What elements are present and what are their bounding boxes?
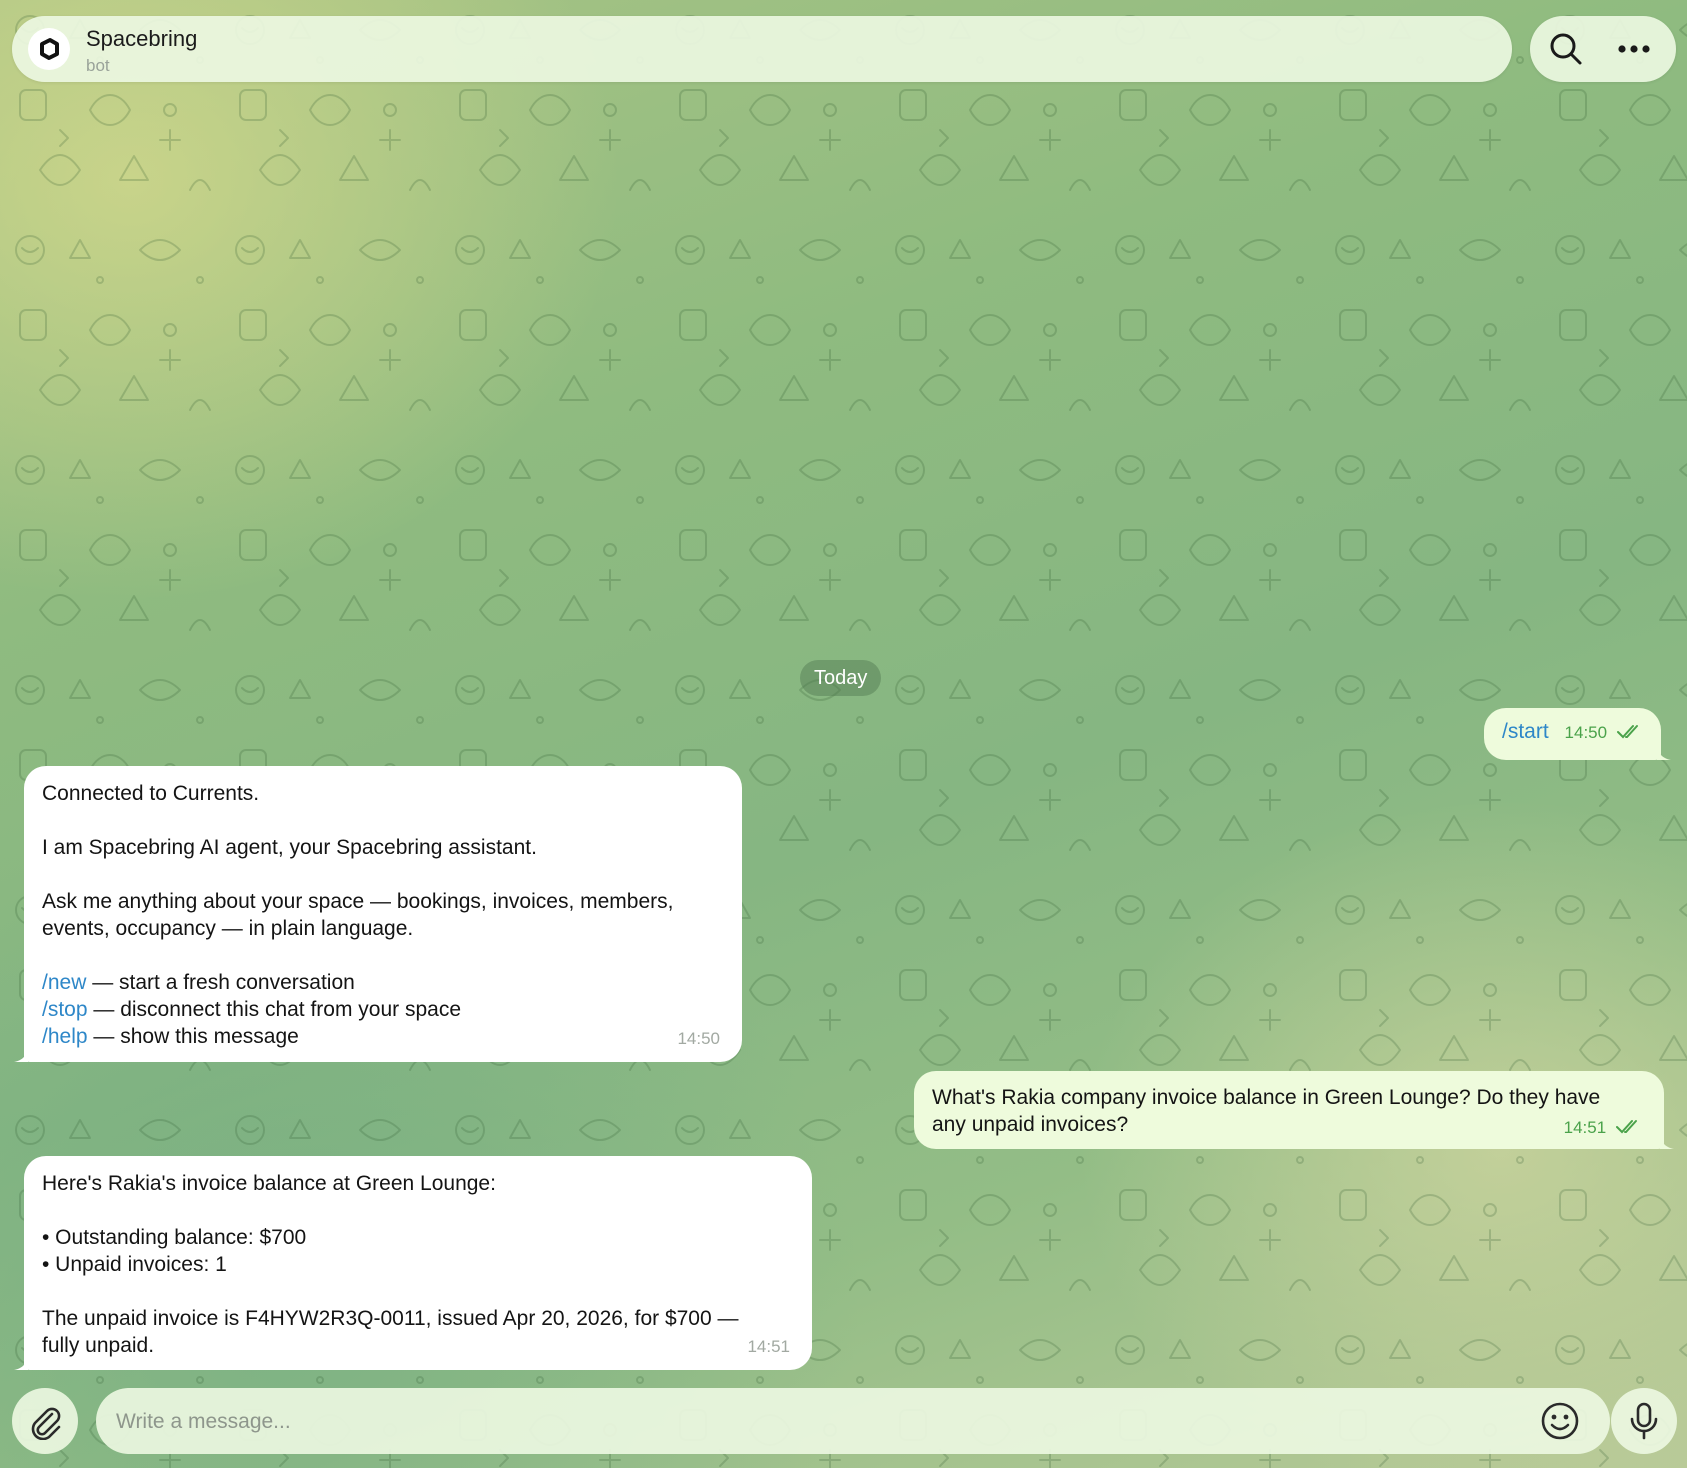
message-time: 14:51 [747, 1337, 790, 1356]
message-input[interactable] [114, 1400, 1518, 1444]
message-line: fully unpaid. [42, 1334, 155, 1357]
bubble-tail [1656, 742, 1671, 760]
message-line: events, occupancy — in plain language. [42, 917, 414, 940]
message-line: Here's Rakia's invoice balance at Green … [42, 1172, 496, 1195]
chat-title: Spacebring [86, 26, 198, 51]
message-line: Ask me anything about your space — booki… [42, 890, 674, 913]
message-line: • Unpaid invoices: 1 [42, 1253, 227, 1276]
message-line: Connected to Currents. [42, 782, 260, 805]
message-time: 14:51 [1563, 1118, 1607, 1137]
command-row: /stop — disconnect this chat from your s… [42, 996, 724, 1023]
command-link-start[interactable]: /start [1502, 720, 1549, 743]
chat-header[interactable]: Spacebring bot [12, 16, 1512, 82]
message-line: I am Spacebring AI agent, your Spacebrin… [42, 836, 537, 859]
command-description: — show this message [87, 1025, 299, 1048]
message-line: any unpaid invoices? [932, 1113, 1129, 1136]
outgoing-message[interactable]: /start 14:50 [1484, 708, 1671, 760]
date-divider: Today [800, 660, 882, 696]
command-description: — start a fresh conversation [86, 971, 355, 994]
command-link-help[interactable]: /help [42, 1025, 88, 1048]
command-link-stop[interactable]: /stop [42, 998, 88, 1021]
chat-subtitle: bot [86, 56, 110, 75]
double-check-icon [1616, 1120, 1637, 1134]
search-icon[interactable] [1542, 25, 1590, 73]
emoji-icon[interactable] [1536, 1397, 1584, 1445]
bubble-tail [14, 1044, 28, 1062]
message-line: What's Rakia company invoice balance in … [932, 1086, 1601, 1109]
message-time: 14:50 [1564, 723, 1608, 742]
microphone-icon[interactable] [1611, 1388, 1677, 1454]
spacebring-logo-icon [28, 28, 70, 70]
message-meta: 14:51 [1564, 1113, 1642, 1141]
outgoing-message[interactable]: What's Rakia company invoice balance in … [914, 1071, 1674, 1149]
paperclip-icon[interactable] [12, 1388, 78, 1454]
more-dots-icon[interactable] [1610, 25, 1658, 73]
message-time: 14:50 [677, 1029, 720, 1048]
incoming-message[interactable]: Connected to Currents. I am Spacebring A… [14, 766, 742, 1062]
bubble-tail [14, 1352, 28, 1370]
bubble-tail [1660, 1131, 1674, 1149]
command-row: /help — show this message [42, 1023, 724, 1050]
command-row: /new — start a fresh conversation [42, 969, 724, 996]
message-line: The unpaid invoice is F4HYW2R3Q-0011, is… [42, 1307, 739, 1330]
command-description: — disconnect this chat from your space [87, 998, 462, 1021]
double-check-icon [1616, 725, 1638, 739]
chat-window: Spacebring bot Today /start 14:50 Connec… [0, 0, 1687, 1468]
message-line: • Outstanding balance: $700 [42, 1226, 307, 1249]
header-actions [1530, 16, 1676, 82]
message-composer [96, 1388, 1610, 1454]
command-link-new[interactable]: /new [42, 971, 86, 994]
incoming-message[interactable]: Here's Rakia's invoice balance at Green … [14, 1156, 812, 1370]
